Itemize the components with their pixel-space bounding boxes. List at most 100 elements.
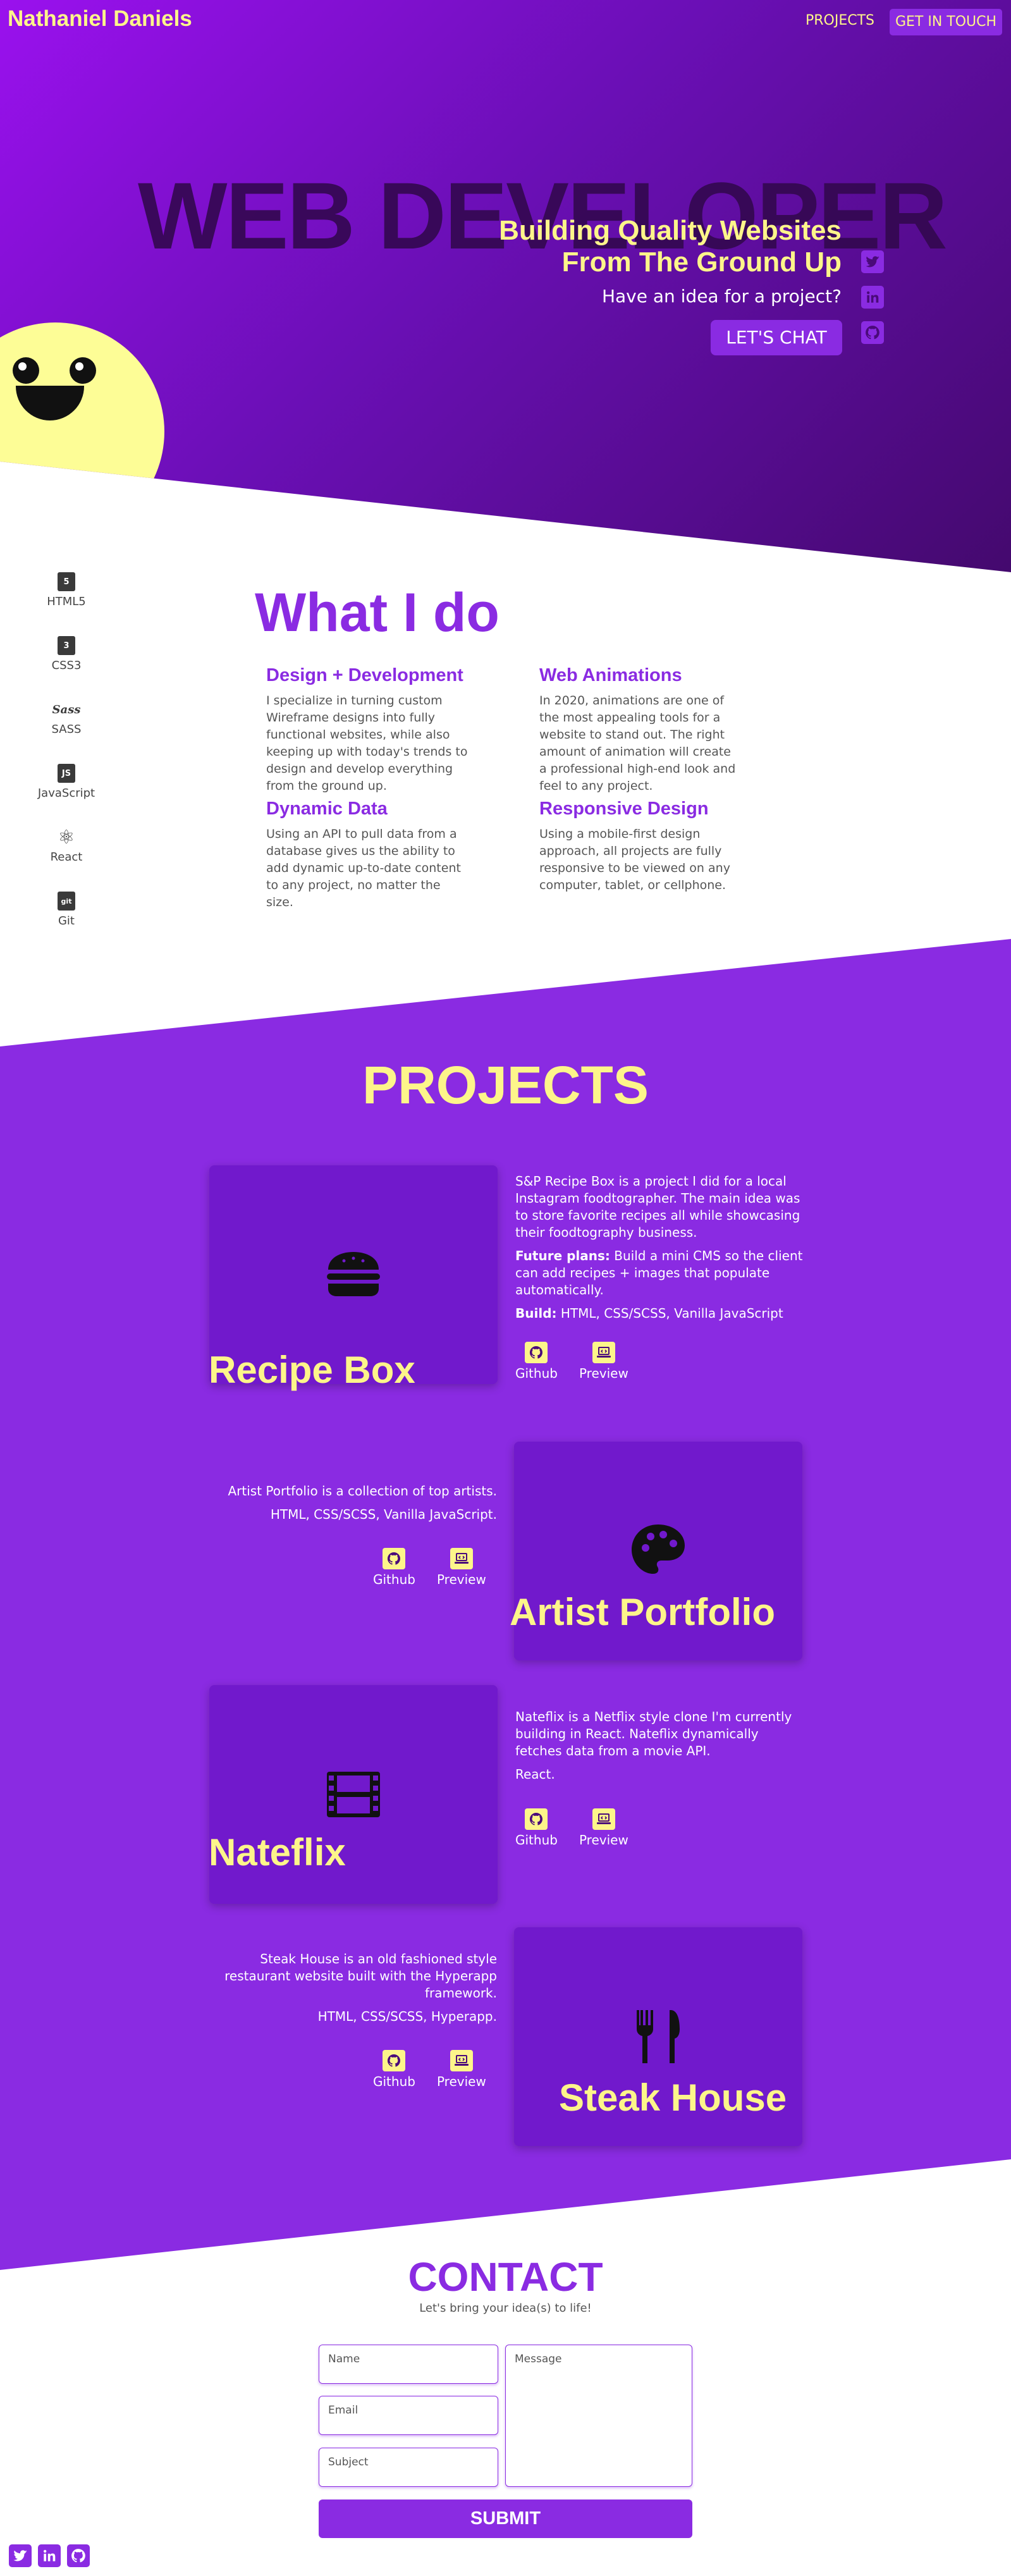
skill-label: HTML5 xyxy=(47,595,86,608)
footer-social-links xyxy=(9,2544,90,2567)
preview-link[interactable]: Preview xyxy=(579,1342,628,1381)
nav-projects-link[interactable]: PROJECTS xyxy=(806,13,874,28)
skill-label: React xyxy=(50,850,83,864)
nav-get-in-touch-button[interactable]: GET IN TOUCH xyxy=(890,9,1002,35)
project-future-plans: Future plans: Build a mini CMS so the cl… xyxy=(515,1248,806,1299)
project-name: Nateflix xyxy=(209,1831,346,1874)
utensils-icon xyxy=(637,2010,680,2063)
message-field[interactable]: Message xyxy=(505,2345,692,2487)
service-title: Web Animations xyxy=(539,665,682,685)
github-icon xyxy=(383,1548,406,1569)
html5-icon: 5 xyxy=(58,572,75,591)
project-description: Nateflix is a Netflix style clone I'm cu… xyxy=(515,1708,806,1789)
skill-react: ⚛ React xyxy=(32,826,101,892)
github-icon[interactable] xyxy=(67,2544,90,2567)
project-links: Github Preview xyxy=(373,2050,486,2089)
project-description: Steak House is an old fashioned style re… xyxy=(209,1951,497,2032)
hero-social-links xyxy=(861,250,884,344)
service-web-animations: Web Animations In 2020, animations are o… xyxy=(539,665,742,795)
project-links: Github Preview xyxy=(373,1548,486,1587)
service-responsive-design: Responsive Design Using a mobile-first d… xyxy=(539,799,742,894)
github-label: Github xyxy=(373,2074,415,2089)
git-icon: git xyxy=(58,892,75,911)
project-build: HTML, CSS/SCSS, Hyperapp. xyxy=(317,2009,497,2024)
hero-tagline-line1: Building Quality Websites xyxy=(499,215,842,246)
preview-label: Preview xyxy=(436,1572,486,1587)
name-field[interactable]: Name xyxy=(319,2345,498,2384)
twitter-icon[interactable] xyxy=(9,2544,32,2567)
service-text: Using a mobile-first design approach, al… xyxy=(539,827,730,892)
linkedin-icon[interactable] xyxy=(38,2544,61,2567)
hero-tagline: Building Quality Websites From The Groun… xyxy=(499,215,842,278)
future-plans-label: Future plans: xyxy=(515,1248,610,1263)
project-build: HTML, CSS/SCSS, Vanilla JavaScript. xyxy=(270,1507,497,1522)
service-text: I specialize in turning custom Wireframe… xyxy=(266,694,468,793)
skill-css3: 3 CSS3 xyxy=(32,636,101,700)
service-title: Responsive Design xyxy=(539,799,709,819)
service-title: Design + Development xyxy=(266,665,463,685)
github-icon xyxy=(383,2050,406,2071)
skill-html5: 5 HTML5 xyxy=(32,572,101,636)
github-icon[interactable] xyxy=(861,321,884,344)
submit-button[interactable]: SUBMIT xyxy=(319,2499,692,2538)
brand-logo[interactable]: Nathaniel Daniels xyxy=(8,6,192,32)
smiley-face-icon xyxy=(0,322,164,541)
sass-icon: Sass xyxy=(52,702,81,716)
github-label: Github xyxy=(515,1366,558,1381)
subject-field[interactable]: Subject xyxy=(319,2448,498,2487)
smiley-mouth xyxy=(16,386,84,420)
lets-chat-button[interactable]: LET'S CHAT xyxy=(711,320,842,355)
project-description: Artist Portfolio is a collection of top … xyxy=(209,1483,498,1530)
hamburger-icon xyxy=(327,1252,380,1296)
preview-link[interactable]: Preview xyxy=(437,1548,486,1587)
project-links: Github Preview xyxy=(515,1342,628,1381)
skill-label: CSS3 xyxy=(51,659,82,672)
hero-idea-text: Have an idea for a project? xyxy=(601,286,842,307)
skill-javascript: JS JavaScript xyxy=(32,764,101,828)
laptop-code-icon xyxy=(450,1548,473,1569)
skill-git: git Git xyxy=(32,892,101,955)
linkedin-icon[interactable] xyxy=(861,286,884,309)
laptop-code-icon xyxy=(592,1342,615,1363)
what-i-do-title: What I do xyxy=(255,582,499,643)
project-name: Artist Portfolio xyxy=(510,1591,775,1633)
service-dynamic-data: Dynamic Data Using an API to pull data f… xyxy=(266,799,469,911)
css3-icon: 3 xyxy=(58,636,75,655)
hero-section: WEB DEVELOPER Nathaniel Daniels PROJECTS… xyxy=(0,0,1011,572)
github-label: Github xyxy=(373,1572,415,1587)
project-name: Recipe Box xyxy=(209,1349,415,1391)
skills-sidebar: 5 HTML5 3 CSS3 Sass SASS JS JavaScript ⚛… xyxy=(32,572,101,955)
skill-label: Git xyxy=(58,914,75,928)
preview-label: Preview xyxy=(436,2074,486,2089)
javascript-icon: JS xyxy=(58,764,75,783)
preview-link[interactable]: Preview xyxy=(579,1808,628,1848)
github-link[interactable]: Github xyxy=(373,2050,415,2089)
github-icon xyxy=(525,1342,548,1363)
twitter-icon[interactable] xyxy=(861,250,884,273)
project-description: S&P Recipe Box is a project I did for a … xyxy=(515,1173,806,1328)
email-field[interactable]: Email xyxy=(319,2396,498,2435)
preview-link[interactable]: Preview xyxy=(437,2050,486,2089)
contact-subtitle: Let's bring your idea(s) to life! xyxy=(419,2302,592,2315)
service-text: Using an API to pull data from a databas… xyxy=(266,827,461,909)
react-icon: ⚛ xyxy=(58,826,75,849)
github-link[interactable]: Github xyxy=(515,1342,558,1381)
project-summary: S&P Recipe Box is a project I did for a … xyxy=(515,1174,800,1240)
project-summary: Nateflix is a Netflix style clone I'm cu… xyxy=(515,1709,792,1758)
github-link[interactable]: Github xyxy=(373,1548,415,1587)
service-title: Dynamic Data xyxy=(266,799,388,819)
laptop-code-icon xyxy=(450,2050,473,2071)
preview-label: Preview xyxy=(579,1832,628,1848)
project-links: Github Preview xyxy=(515,1808,628,1848)
smiley-eye-right xyxy=(70,357,96,384)
service-design-development: Design + Development I specialize in tur… xyxy=(266,665,469,795)
skill-sass: Sass SASS xyxy=(32,700,101,764)
build-text: HTML, CSS/SCSS, Vanilla JavaScript xyxy=(560,1306,783,1321)
preview-label: Preview xyxy=(579,1366,628,1381)
project-name: Steak House xyxy=(559,2076,787,2119)
skill-label: JavaScript xyxy=(37,787,95,800)
service-text: In 2020, animations are one of the most … xyxy=(539,694,736,793)
project-summary: Artist Portfolio is a collection of top … xyxy=(228,1483,498,1499)
projects-title: PROJECTS xyxy=(362,1055,649,1115)
github-link[interactable]: Github xyxy=(515,1808,558,1848)
